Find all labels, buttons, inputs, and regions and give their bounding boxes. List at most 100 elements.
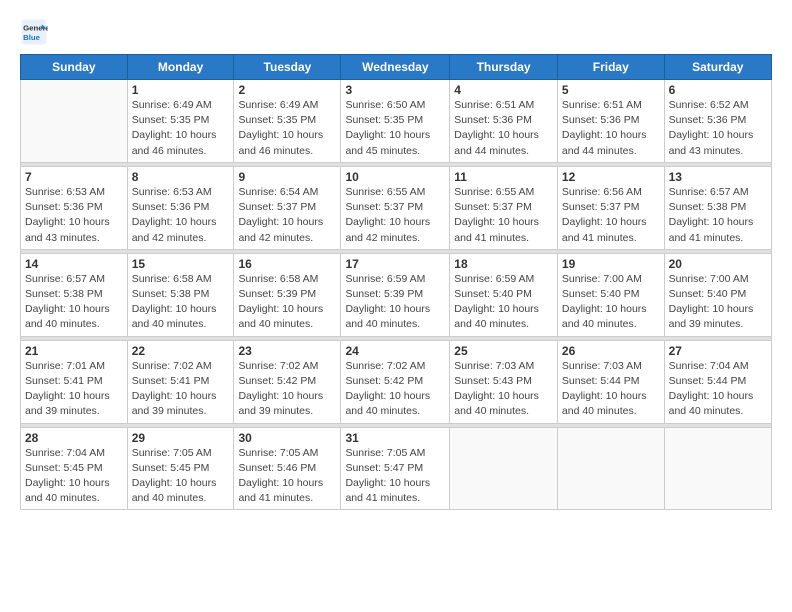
day-cell: 14Sunrise: 6:57 AMSunset: 5:38 PMDayligh… <box>21 253 128 336</box>
header: General Blue <box>20 18 772 46</box>
day-cell: 8Sunrise: 6:53 AMSunset: 5:36 PMDaylight… <box>127 166 234 249</box>
day-info: Sunrise: 7:00 AMSunset: 5:40 PMDaylight:… <box>669 272 767 333</box>
logo-icon: General Blue <box>20 18 48 46</box>
day-number: 18 <box>454 257 553 271</box>
day-cell <box>557 427 664 510</box>
day-info: Sunrise: 6:50 AMSunset: 5:35 PMDaylight:… <box>345 98 445 159</box>
day-number: 8 <box>132 170 230 184</box>
day-info: Sunrise: 7:05 AMSunset: 5:46 PMDaylight:… <box>238 446 336 507</box>
col-header-tuesday: Tuesday <box>234 55 341 80</box>
day-info: Sunrise: 7:05 AMSunset: 5:47 PMDaylight:… <box>345 446 445 507</box>
day-cell: 24Sunrise: 7:02 AMSunset: 5:42 PMDayligh… <box>341 340 450 423</box>
day-number: 29 <box>132 431 230 445</box>
day-cell: 12Sunrise: 6:56 AMSunset: 5:37 PMDayligh… <box>557 166 664 249</box>
week-row-2: 7 Sunrise: 6:53 AMSunset: 5:36 PMDaylight… <box>21 166 772 249</box>
day-number: 13 <box>669 170 767 184</box>
day-number: 12 <box>562 170 660 184</box>
day-number: 30 <box>238 431 336 445</box>
week-row-1: 1Sunrise: 6:49 AMSunset: 5:35 PMDaylight… <box>21 80 772 163</box>
day-number: 15 <box>132 257 230 271</box>
col-header-thursday: Thursday <box>450 55 558 80</box>
day-cell: 30Sunrise: 7:05 AMSunset: 5:46 PMDayligh… <box>234 427 341 510</box>
day-info: Sunrise: 6:53 AMSunset: 5:36 PMDaylight:… <box>132 185 230 246</box>
day-number: 11 <box>454 170 553 184</box>
header-row: SundayMondayTuesdayWednesdayThursdayFrid… <box>21 55 772 80</box>
day-info: Sunrise: 6:52 AMSunset: 5:36 PMDaylight:… <box>669 98 767 159</box>
day-cell: 10Sunrise: 6:55 AMSunset: 5:37 PMDayligh… <box>341 166 450 249</box>
day-number: 27 <box>669 344 767 358</box>
day-number: 1 <box>132 83 230 97</box>
day-info: Sunrise: 6:49 AMSunset: 5:35 PMDaylight:… <box>132 98 230 159</box>
svg-text:Blue: Blue <box>23 33 41 42</box>
day-cell: 4Sunrise: 6:51 AMSunset: 5:36 PMDaylight… <box>450 80 558 163</box>
day-cell <box>664 427 771 510</box>
day-cell: 21Sunrise: 7:01 AMSunset: 5:41 PMDayligh… <box>21 340 128 423</box>
day-info: Sunrise: 6:49 AMSunset: 5:35 PMDaylight:… <box>238 98 336 159</box>
day-cell: 20Sunrise: 7:00 AMSunset: 5:40 PMDayligh… <box>664 253 771 336</box>
day-info: Sunrise: 7:05 AMSunset: 5:45 PMDaylight:… <box>132 446 230 507</box>
day-number: 19 <box>562 257 660 271</box>
day-number: 9 <box>238 170 336 184</box>
col-header-saturday: Saturday <box>664 55 771 80</box>
day-cell: 25Sunrise: 7:03 AMSunset: 5:43 PMDayligh… <box>450 340 558 423</box>
day-cell <box>21 80 128 163</box>
day-info: Sunrise: 6:54 AMSunset: 5:37 PMDaylight:… <box>238 185 336 246</box>
col-header-wednesday: Wednesday <box>341 55 450 80</box>
day-info: Sunrise: 6:58 AMSunset: 5:38 PMDaylight:… <box>132 272 230 333</box>
day-cell: 6Sunrise: 6:52 AMSunset: 5:36 PMDaylight… <box>664 80 771 163</box>
day-info: Sunrise: 6:55 AMSunset: 5:37 PMDaylight:… <box>454 185 553 246</box>
day-info: Sunrise: 7:03 AMSunset: 5:44 PMDaylight:… <box>562 359 660 420</box>
day-cell: 19Sunrise: 7:00 AMSunset: 5:40 PMDayligh… <box>557 253 664 336</box>
day-cell: 23Sunrise: 7:02 AMSunset: 5:42 PMDayligh… <box>234 340 341 423</box>
day-cell: 11Sunrise: 6:55 AMSunset: 5:37 PMDayligh… <box>450 166 558 249</box>
day-info: Sunrise: 7:02 AMSunset: 5:41 PMDaylight:… <box>132 359 230 420</box>
calendar-header: SundayMondayTuesdayWednesdayThursdayFrid… <box>21 55 772 80</box>
day-info: Sunrise: 7:04 AMSunset: 5:45 PMDaylight:… <box>25 446 123 507</box>
calendar-table: SundayMondayTuesdayWednesdayThursdayFrid… <box>20 54 772 510</box>
day-info: Sunrise: 6:57 AMSunset: 5:38 PMDaylight:… <box>25 272 123 333</box>
day-cell: 17Sunrise: 6:59 AMSunset: 5:39 PMDayligh… <box>341 253 450 336</box>
day-number: 23 <box>238 344 336 358</box>
page: General Blue SundayMondayTuesdayWednesda… <box>0 0 792 612</box>
day-info: Sunrise: 6:59 AMSunset: 5:39 PMDaylight:… <box>345 272 445 333</box>
day-number: 7 <box>25 170 123 184</box>
day-cell: 27Sunrise: 7:04 AMSunset: 5:44 PMDayligh… <box>664 340 771 423</box>
day-cell: 15Sunrise: 6:58 AMSunset: 5:38 PMDayligh… <box>127 253 234 336</box>
day-cell: 31Sunrise: 7:05 AMSunset: 5:47 PMDayligh… <box>341 427 450 510</box>
day-info: Sunrise: 7:04 AMSunset: 5:44 PMDaylight:… <box>669 359 767 420</box>
day-cell: 22Sunrise: 7:02 AMSunset: 5:41 PMDayligh… <box>127 340 234 423</box>
day-number: 10 <box>345 170 445 184</box>
col-header-sunday: Sunday <box>21 55 128 80</box>
day-cell: 2Sunrise: 6:49 AMSunset: 5:35 PMDaylight… <box>234 80 341 163</box>
day-number: 3 <box>345 83 445 97</box>
day-number: 22 <box>132 344 230 358</box>
day-number: 4 <box>454 83 553 97</box>
day-info: Sunrise: 6:56 AMSunset: 5:37 PMDaylight:… <box>562 185 660 246</box>
col-header-friday: Friday <box>557 55 664 80</box>
col-header-monday: Monday <box>127 55 234 80</box>
day-info: Sunrise: 6:55 AMSunset: 5:37 PMDaylight:… <box>345 185 445 246</box>
day-info: Sunrise: 6:58 AMSunset: 5:39 PMDaylight:… <box>238 272 336 333</box>
calendar-body: 1Sunrise: 6:49 AMSunset: 5:35 PMDaylight… <box>21 80 772 510</box>
day-cell: 29Sunrise: 7:05 AMSunset: 5:45 PMDayligh… <box>127 427 234 510</box>
day-info: Sunrise: 7:02 AMSunset: 5:42 PMDaylight:… <box>345 359 445 420</box>
day-info: Sunrise: 6:57 AMSunset: 5:38 PMDaylight:… <box>669 185 767 246</box>
day-number: 24 <box>345 344 445 358</box>
day-number: 14 <box>25 257 123 271</box>
day-number: 31 <box>345 431 445 445</box>
day-cell: 18Sunrise: 6:59 AMSunset: 5:40 PMDayligh… <box>450 253 558 336</box>
day-info: Sunrise: 6:59 AMSunset: 5:40 PMDaylight:… <box>454 272 553 333</box>
day-cell: 9Sunrise: 6:54 AMSunset: 5:37 PMDaylight… <box>234 166 341 249</box>
week-row-4: 21Sunrise: 7:01 AMSunset: 5:41 PMDayligh… <box>21 340 772 423</box>
day-cell: 5Sunrise: 6:51 AMSunset: 5:36 PMDaylight… <box>557 80 664 163</box>
day-info: Sunrise: 7:03 AMSunset: 5:43 PMDaylight:… <box>454 359 553 420</box>
day-number: 25 <box>454 344 553 358</box>
logo: General Blue <box>20 18 50 46</box>
day-number: 16 <box>238 257 336 271</box>
week-row-3: 14Sunrise: 6:57 AMSunset: 5:38 PMDayligh… <box>21 253 772 336</box>
day-number: 21 <box>25 344 123 358</box>
day-number: 20 <box>669 257 767 271</box>
day-info: Sunrise: 7:02 AMSunset: 5:42 PMDaylight:… <box>238 359 336 420</box>
day-number: 28 <box>25 431 123 445</box>
day-info: Sunrise: 6:51 AMSunset: 5:36 PMDaylight:… <box>454 98 553 159</box>
